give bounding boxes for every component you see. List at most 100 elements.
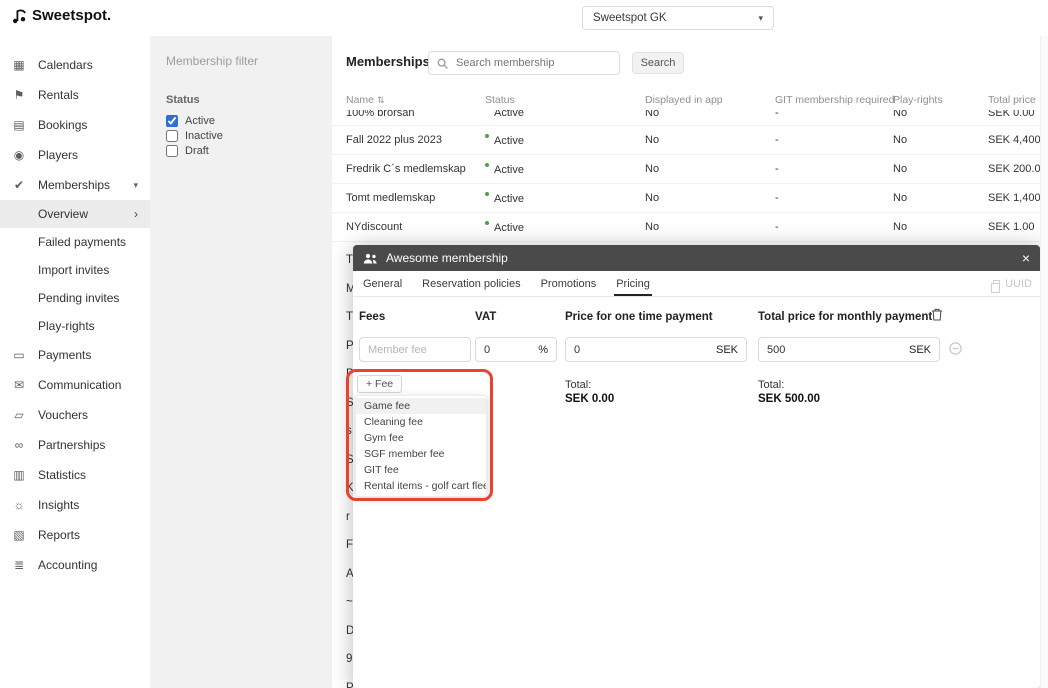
- logo-text: Sweetspot.: [32, 7, 111, 24]
- monthly-price-input[interactable]: [759, 344, 909, 356]
- vat-field[interactable]: %: [475, 337, 557, 362]
- cell-git: -: [775, 163, 893, 175]
- search-input[interactable]: [454, 56, 611, 70]
- cell-total-price: SEK 1,400.0: [988, 192, 1048, 204]
- filter-option-draft[interactable]: Draft: [166, 145, 316, 157]
- cell-play-rights: No: [893, 163, 988, 175]
- sidebar: ▦Calendars ⚑Rentals ▤ Bookings ◉Players ✔…: [0, 36, 150, 688]
- sidebar-item-memberships[interactable]: ✔Memberships▾: [0, 170, 150, 200]
- copy-icon: [993, 280, 1000, 288]
- sidebar-item-label: Bookings: [38, 118, 87, 132]
- one-time-price-field[interactable]: SEK: [565, 337, 747, 362]
- fee-option-rental-items[interactable]: Rental items - golf cart fleet: [356, 478, 486, 494]
- sidebar-item-vouchers[interactable]: ▱Vouchers: [0, 400, 150, 430]
- sidebar-item-overview[interactable]: Overview›: [0, 200, 150, 228]
- sidebar-item-rentals[interactable]: ⚑Rentals: [0, 80, 150, 110]
- cell-git: -: [775, 110, 893, 119]
- monthly-price-field[interactable]: SEK: [758, 337, 940, 362]
- sidebar-item-label: Reports: [38, 528, 80, 542]
- sidebar-item-label: Payments: [38, 348, 91, 362]
- cell-git: -: [775, 221, 893, 233]
- fee-name-field[interactable]: [359, 337, 471, 362]
- sidebar-item-accounting[interactable]: ≣Accounting: [0, 550, 150, 580]
- sidebar-item-communication[interactable]: ✉Communication: [0, 370, 150, 400]
- calendars-icon: ▦: [12, 58, 26, 72]
- inactive-checkbox[interactable]: [166, 130, 178, 142]
- draft-checkbox[interactable]: [166, 145, 178, 157]
- sidebar-item-failed-payments[interactable]: Failed payments: [0, 228, 150, 256]
- players-icon: ◉: [12, 148, 26, 162]
- sidebar-item-statistics[interactable]: ▥Statistics: [0, 460, 150, 490]
- sidebar-item-calendars[interactable]: ▦Calendars: [0, 50, 150, 80]
- bookings-icon: ▤: [12, 118, 26, 132]
- fee-option-gym-fee[interactable]: Gym fee: [356, 430, 486, 446]
- filter-option-inactive[interactable]: Inactive: [166, 130, 316, 142]
- sidebar-item-label: Insights: [38, 498, 79, 512]
- tab-reservation-policies[interactable]: Reservation policies: [420, 278, 522, 296]
- status-dot: [485, 221, 489, 225]
- table-row[interactable]: Fall 2022 plus 2023 Active No - No SEK 4…: [332, 126, 1040, 155]
- sweetspot-logo-icon: [12, 7, 27, 24]
- scrollbar[interactable]: [1040, 36, 1048, 688]
- table-row[interactable]: Fredrik C´s medlemskap Active No - No SE…: [332, 155, 1040, 184]
- org-selector[interactable]: Sweetspot GK ▾: [582, 6, 774, 30]
- sidebar-item-pending-invites[interactable]: Pending invites: [0, 284, 150, 312]
- filter-panel-title: Membership filter: [166, 54, 316, 68]
- tab-general[interactable]: General: [361, 278, 404, 296]
- cell-displayed: No: [645, 192, 775, 204]
- uuid-button[interactable]: UUID: [993, 278, 1032, 296]
- members-icon: [363, 253, 378, 264]
- column-name[interactable]: Name⇅: [346, 94, 485, 106]
- trash-icon[interactable]: [931, 308, 943, 326]
- status-section-label: Status: [166, 94, 316, 106]
- table-row[interactable]: Tomt medlemskap Active No - No SEK 1,400…: [332, 184, 1040, 213]
- sidebar-item-reports[interactable]: ▧ Reports: [0, 520, 150, 550]
- cell-name: 100% brorsan: [346, 110, 485, 119]
- cell-play-rights: No: [893, 221, 988, 233]
- sidebar-item-import-invites[interactable]: Import invites: [0, 256, 150, 284]
- cell-name: NYdiscount: [346, 221, 485, 233]
- fee-name-input[interactable]: [360, 344, 470, 356]
- fee-option-git-fee[interactable]: GIT fee: [356, 462, 486, 478]
- cell-displayed: No: [645, 221, 775, 233]
- sidebar-item-bookings[interactable]: ▤ Bookings: [0, 110, 150, 140]
- monthly-total-value: SEK 500.00: [758, 393, 820, 405]
- table-row[interactable]: 100% brorsan Active No - No SEK 0.00: [332, 110, 1040, 126]
- sidebar-item-payments[interactable]: ▭Payments: [0, 340, 150, 370]
- cell-status: Active: [485, 192, 645, 205]
- vat-input[interactable]: [476, 344, 538, 356]
- fee-option-sgf-member-fee[interactable]: SGF member fee: [356, 446, 486, 462]
- close-icon[interactable]: ×: [1022, 251, 1030, 265]
- table-row[interactable]: NYdiscount Active No - No SEK 1.00: [332, 213, 1040, 242]
- cell-status: Active: [485, 221, 645, 234]
- membership-search[interactable]: [428, 51, 620, 75]
- cell-total-price: SEK 200.00: [988, 163, 1047, 175]
- pricing-tab-panel: Fees VAT Price for one time payment Tota…: [353, 297, 1040, 688]
- sidebar-item-play-rights[interactable]: Play-rights: [0, 312, 150, 340]
- chevron-right-icon: ›: [134, 207, 138, 221]
- tab-pricing[interactable]: Pricing: [614, 278, 652, 296]
- memberships-table: 100% brorsan Active No - No SEK 0.00 Fal…: [332, 110, 1040, 242]
- fee-option-cleaning-fee[interactable]: Cleaning fee: [356, 414, 486, 430]
- cell-displayed: No: [645, 110, 775, 119]
- sort-icon[interactable]: ⇅: [377, 95, 385, 106]
- fee-option-game-fee[interactable]: Game fee: [356, 398, 486, 414]
- search-button[interactable]: Search: [632, 52, 684, 74]
- sidebar-item-players[interactable]: ◉Players: [0, 140, 150, 170]
- column-status: Status: [485, 94, 645, 106]
- one-time-price-input[interactable]: [566, 344, 716, 356]
- app-root: Sweetspot. Sweetspot GK ▾ ▦Calendars ⚑Re…: [0, 0, 1048, 688]
- sidebar-item-partnerships[interactable]: ∞Partnerships: [0, 430, 150, 460]
- sidebar-item-insights[interactable]: ☼Insights: [0, 490, 150, 520]
- cell-play-rights: No: [893, 192, 988, 204]
- page-title: Memberships: [346, 54, 430, 69]
- cell-name: Tomt medlemskap: [346, 192, 485, 204]
- membership-modal: Awesome membership × General Reservation…: [353, 245, 1040, 688]
- filter-option-active[interactable]: Active: [166, 115, 316, 127]
- remove-fee-icon[interactable]: [949, 342, 962, 360]
- active-checkbox[interactable]: [166, 115, 178, 127]
- tab-promotions[interactable]: Promotions: [539, 278, 599, 296]
- table-header: Name⇅ Status Displayed in app GIT member…: [332, 94, 1040, 106]
- reports-icon: ▧: [12, 528, 26, 542]
- add-fee-button[interactable]: + Fee: [357, 375, 402, 393]
